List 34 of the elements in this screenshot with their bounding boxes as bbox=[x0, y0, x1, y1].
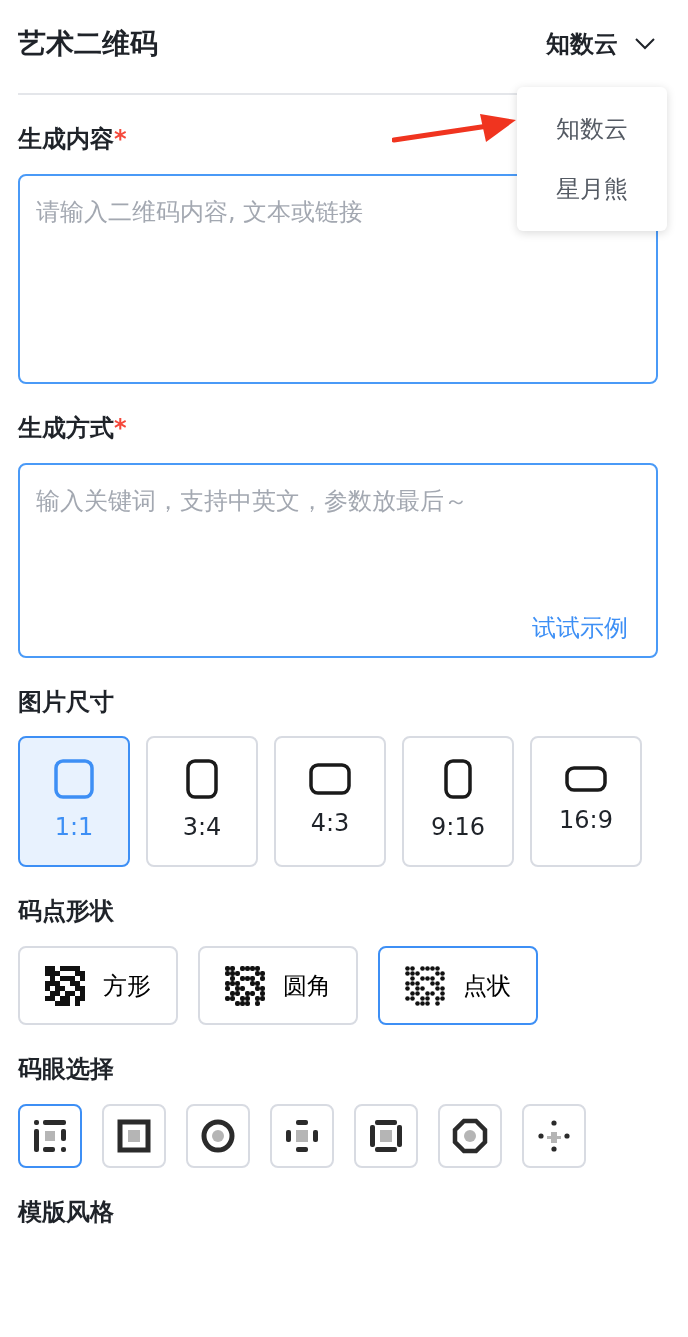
required-mark: * bbox=[114, 125, 127, 153]
aspect-ratio-icon bbox=[309, 762, 351, 795]
qr-eye-icon bbox=[116, 1118, 152, 1154]
section-label: 码眼选择 bbox=[18, 1055, 115, 1084]
size-option[interactable]: 9:16 bbox=[402, 736, 514, 868]
aspect-ratio-icon bbox=[565, 765, 607, 792]
aspect-ratio-icon bbox=[444, 758, 472, 799]
menu-item[interactable]: 知数云 bbox=[517, 99, 667, 159]
chevron-down-icon bbox=[634, 36, 656, 51]
aspect-ratio-icon bbox=[186, 758, 218, 799]
qr-pattern-icon bbox=[225, 965, 265, 1006]
section-label: 生成方式* bbox=[18, 413, 128, 443]
provider-dropdown[interactable]: 知数云 bbox=[546, 25, 618, 62]
qr-eye-icon bbox=[284, 1118, 320, 1154]
qr-eye-icon bbox=[32, 1118, 68, 1154]
size-option[interactable]: 3:4 bbox=[146, 736, 258, 868]
qr-eye-icon bbox=[200, 1118, 236, 1154]
qr-pattern-icon bbox=[405, 965, 445, 1006]
qr-pattern-icon bbox=[45, 965, 85, 1006]
qr-eye-icon bbox=[368, 1118, 404, 1154]
section-label: 图片尺寸 bbox=[18, 687, 115, 717]
dot-shape-option[interactable]: 方形 bbox=[18, 946, 178, 1026]
size-option[interactable]: 16:9 bbox=[530, 736, 642, 868]
required-mark: * bbox=[114, 413, 127, 442]
dot-shape-option[interactable]: 点状 bbox=[378, 946, 538, 1026]
page-title: 艺术二维码 bbox=[18, 25, 158, 62]
aspect-ratio-icon bbox=[54, 758, 94, 799]
section-label: 模版风格 bbox=[18, 1198, 115, 1227]
size-option[interactable]: 4:3 bbox=[274, 736, 386, 868]
dot-shape-option[interactable]: 圆角 bbox=[198, 946, 358, 1026]
qr-eye-icon bbox=[536, 1118, 572, 1154]
qr-eye-icon bbox=[452, 1118, 488, 1154]
section-label: 码点形状 bbox=[18, 897, 115, 927]
eye-style-option[interactable] bbox=[18, 1104, 82, 1168]
